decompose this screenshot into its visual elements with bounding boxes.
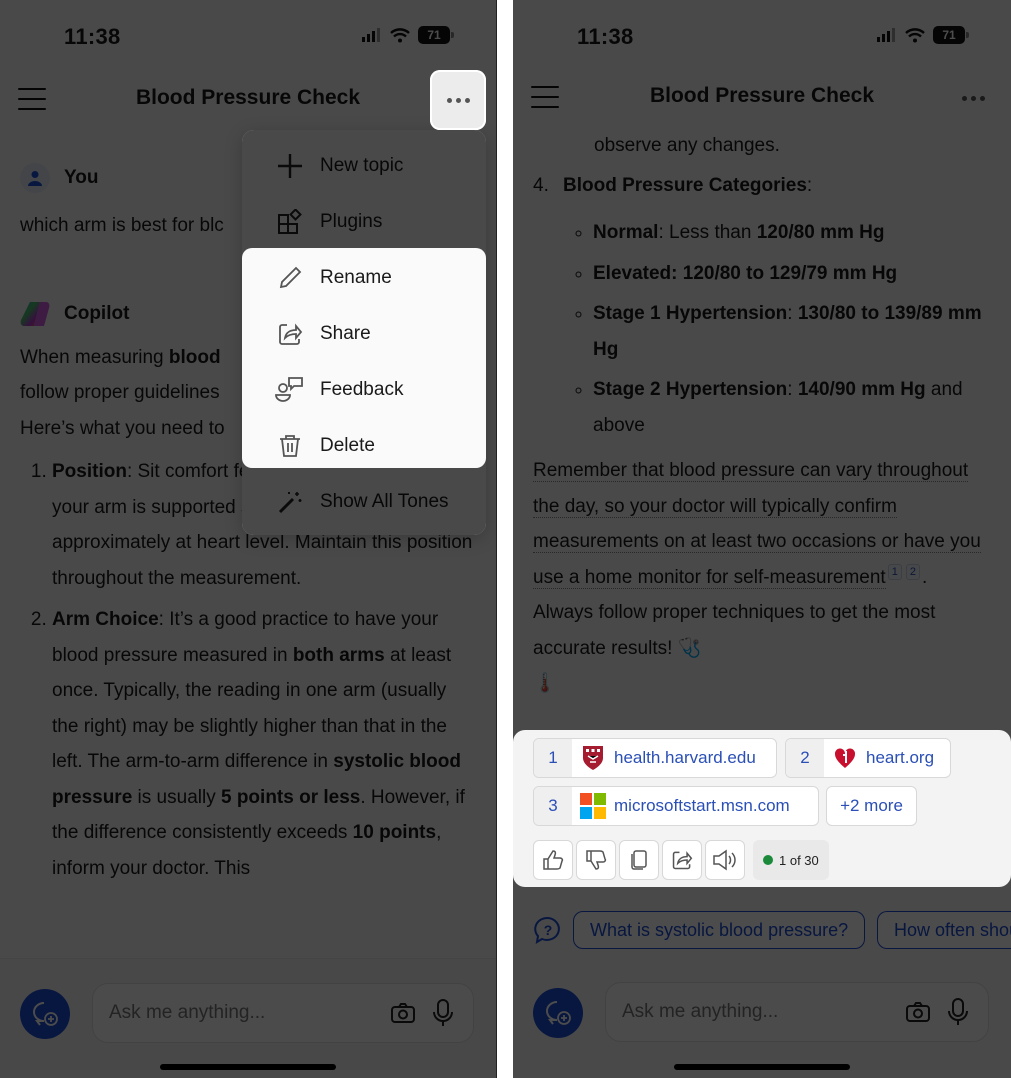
new-chat-button[interactable] — [20, 989, 70, 1039]
status-bar: 11:38 71 — [0, 22, 496, 52]
microsoft-logo-icon — [580, 793, 606, 819]
more-options-button[interactable] — [947, 70, 999, 126]
page-title: Blood Pressure Check — [649, 84, 875, 107]
copy-button[interactable] — [619, 840, 659, 880]
wifi-icon — [905, 27, 925, 42]
home-indicator — [160, 1064, 336, 1070]
ask-input[interactable] — [109, 1002, 383, 1024]
category-item: Stage 1 Hypertension: 130/80 to 139/89 m… — [593, 296, 991, 367]
suggestion-chip[interactable]: What is systolic blood pressure? — [573, 911, 866, 949]
menu-item-share[interactable]: Share — [242, 306, 486, 362]
thumbs-down-icon — [586, 850, 607, 870]
category-item: Elevated: 120/80 to 129/79 mm Hg — [593, 256, 991, 292]
trash-icon — [270, 433, 310, 459]
new-chat-button[interactable] — [533, 988, 583, 1038]
wifi-icon — [390, 27, 410, 42]
closing-paragraph: Remember that blood pressure can vary th… — [533, 460, 981, 694]
camera-icon[interactable] — [898, 1002, 938, 1022]
battery-icon: 71 — [933, 26, 969, 44]
page-title: Blood Pressure Check — [135, 86, 361, 109]
citation-2[interactable]: 2 — [905, 564, 920, 581]
more-options-highlight[interactable] — [432, 72, 484, 128]
copilot-name: Copilot — [64, 302, 130, 324]
question-bubble-icon: ? — [534, 916, 560, 944]
status-time: 11:38 — [64, 24, 121, 49]
chat-plus-icon — [33, 1002, 58, 1026]
list-item: Arm Choice: It’s a good practice to have… — [52, 602, 476, 886]
microphone-icon[interactable] — [938, 998, 978, 1026]
citation-1[interactable]: 1 — [887, 564, 902, 581]
suggestion-chip[interactable]: How often should — [877, 911, 1011, 949]
pencil-icon — [270, 265, 310, 291]
menu-item-delete[interactable]: Delete — [242, 418, 486, 474]
share-icon — [672, 851, 693, 870]
menu-item-rename[interactable]: Rename — [242, 250, 486, 306]
category-list: Normal: Less than 120/80 mm Hg Elevated:… — [533, 215, 991, 443]
right-screen: 11:38 71 Blood Pressure Check observe an… — [513, 0, 1011, 1078]
more-sources-button[interactable]: +2 more — [826, 786, 917, 826]
share-button[interactable] — [662, 840, 702, 880]
thermometer-emoji: 🌡️ — [533, 673, 557, 694]
category-item: Stage 2 Hypertension: 140/90 mm Hg and a… — [593, 372, 991, 443]
harvard-shield-icon — [580, 745, 606, 771]
signal-icon — [362, 28, 380, 42]
status-bar: 11:38 71 — [513, 22, 1011, 52]
plus-icon — [270, 153, 310, 179]
nav-bar: Blood Pressure Check — [0, 72, 496, 128]
copilot-logo-icon — [20, 301, 50, 326]
ask-input[interactable] — [622, 1001, 898, 1023]
share-icon — [270, 321, 310, 347]
stethoscope-emoji: 🩺 — [677, 637, 702, 659]
ask-input-box — [605, 982, 989, 1042]
thumbs-up-icon — [543, 850, 564, 870]
menu-item-new-topic[interactable]: New topic — [242, 138, 486, 194]
home-indicator — [674, 1064, 850, 1070]
menu-item-plugins[interactable]: Plugins — [242, 194, 486, 250]
composer-bar — [513, 958, 1011, 1078]
source-chip-1[interactable]: 1 health.harvard.edu — [533, 738, 777, 778]
copy-icon — [631, 850, 647, 870]
user-avatar-icon — [20, 163, 50, 193]
chat-thread: observe any changes. 4. Blood Pressure Ca… — [533, 128, 991, 702]
read-aloud-button[interactable] — [705, 840, 745, 880]
camera-icon[interactable] — [383, 1003, 423, 1023]
sources-panel: 1 health.harvard.edu 2 heart.org 3 micro… — [513, 730, 1011, 887]
svg-text:?: ? — [544, 922, 553, 938]
status-time: 11:38 — [577, 24, 634, 49]
source-chip-2[interactable]: 2 heart.org — [785, 738, 951, 778]
signal-icon — [877, 28, 895, 42]
menu-item-show-all-tones[interactable]: Show All Tones — [242, 474, 486, 530]
list-item-4: 4. Blood Pressure Categories: — [533, 174, 813, 196]
speaker-icon — [713, 849, 736, 871]
text-line: observe any changes. — [594, 135, 780, 156]
magic-wand-icon — [270, 489, 310, 515]
feedback-icon — [270, 376, 310, 404]
category-item: Normal: Less than 120/80 mm Hg — [593, 215, 991, 251]
user-name: You — [64, 167, 99, 189]
status-dot — [763, 855, 773, 865]
chat-plus-icon — [546, 1001, 571, 1025]
menu-highlight-group: Rename Share Feedback Delete — [242, 248, 486, 468]
heart-org-icon — [832, 745, 858, 771]
ask-input-box — [92, 983, 474, 1043]
plugins-icon — [270, 209, 310, 235]
suggestion-row: ? What is systolic blood pressure? How o… — [513, 910, 1011, 950]
microphone-icon[interactable] — [423, 999, 463, 1027]
battery-icon: 71 — [418, 26, 454, 44]
left-screen: 11:38 71 Blood Pressure Check You which … — [0, 0, 497, 1078]
source-chip-3[interactable]: 3 microsoftstart.msn.com — [533, 786, 819, 826]
response-counter: 1 of 30 — [753, 840, 829, 880]
menu-item-feedback[interactable]: Feedback — [242, 362, 486, 418]
nav-bar: Blood Pressure Check — [513, 70, 1011, 126]
thumbs-up-button[interactable] — [533, 840, 573, 880]
composer-bar — [0, 958, 496, 1078]
thumbs-down-button[interactable] — [576, 840, 616, 880]
